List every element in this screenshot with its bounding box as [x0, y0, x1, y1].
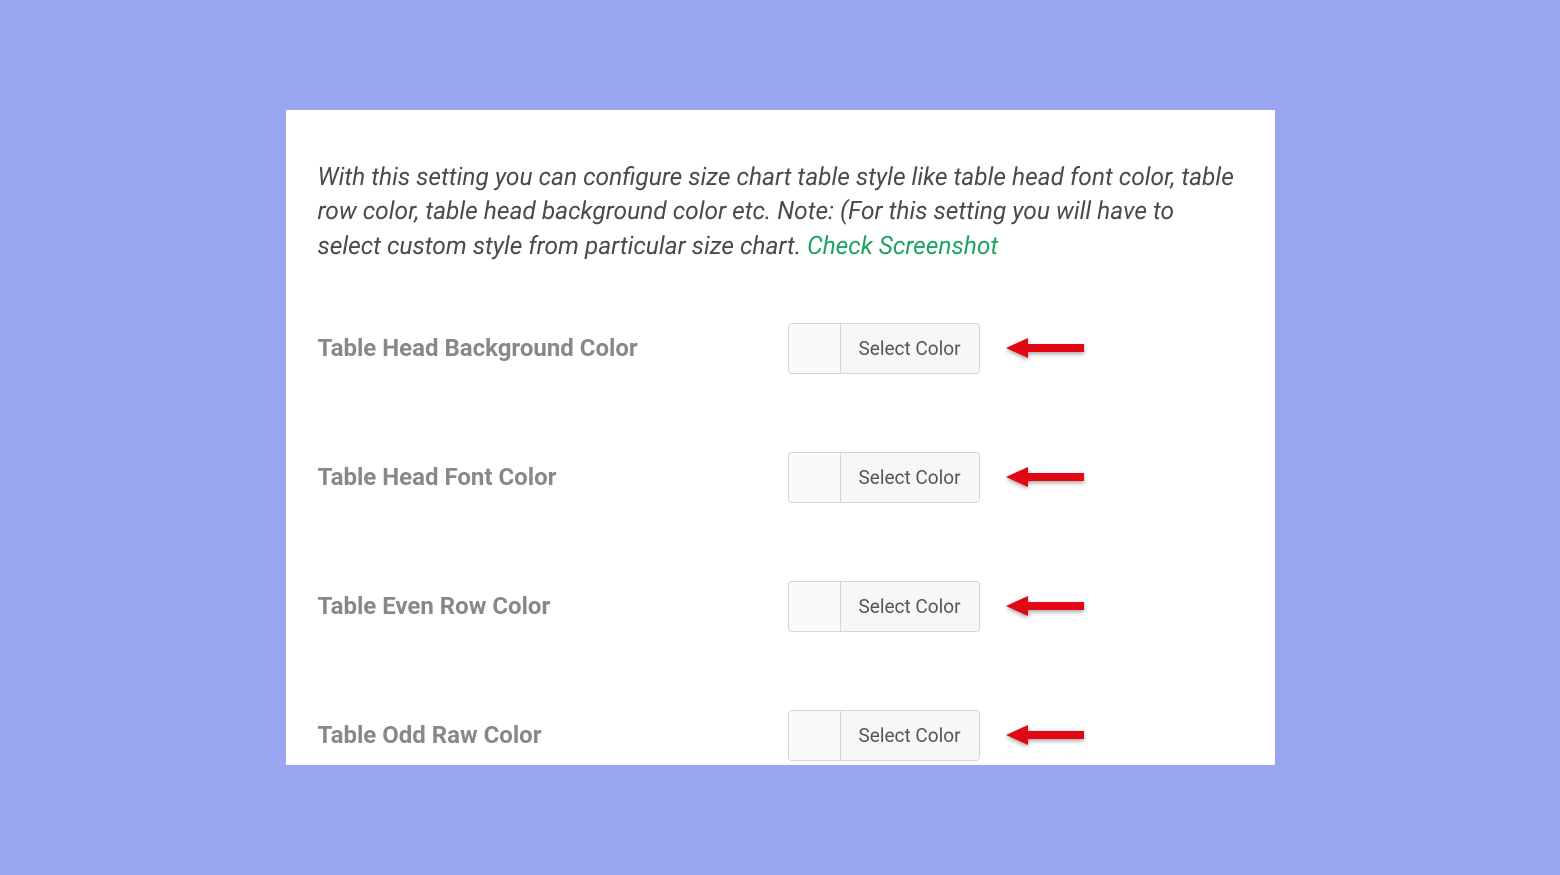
select-color-button-head-font[interactable]: Select Color — [841, 453, 979, 502]
settings-description: With this setting you can configure size… — [318, 160, 1243, 263]
description-text: With this setting you can configure size… — [318, 162, 1234, 260]
color-swatch-even-row[interactable] — [789, 582, 841, 631]
color-picker-even-row: Select Color — [788, 581, 980, 632]
arrow-left-icon — [1006, 337, 1084, 359]
color-swatch-head-bg[interactable] — [789, 324, 841, 373]
field-row-head-font: Table Head Font Color Select Color — [318, 452, 1243, 503]
check-screenshot-link[interactable]: Check Screenshot — [807, 231, 998, 260]
color-picker-odd-row: Select Color — [788, 710, 980, 761]
arrow-left-icon — [1006, 724, 1084, 746]
field-row-head-bg: Table Head Background Color Select Color — [318, 323, 1243, 374]
arrow-left-icon — [1006, 466, 1084, 488]
label-head-bg: Table Head Background Color — [318, 334, 788, 362]
settings-panel: With this setting you can configure size… — [286, 110, 1275, 765]
color-swatch-odd-row[interactable] — [789, 711, 841, 760]
color-swatch-head-font[interactable] — [789, 453, 841, 502]
select-color-button-head-bg[interactable]: Select Color — [841, 324, 979, 373]
field-row-even-row: Table Even Row Color Select Color — [318, 581, 1243, 632]
select-color-button-odd-row[interactable]: Select Color — [841, 711, 979, 760]
select-color-button-even-row[interactable]: Select Color — [841, 582, 979, 631]
label-head-font: Table Head Font Color — [318, 463, 788, 491]
label-odd-row: Table Odd Raw Color — [318, 721, 788, 749]
color-picker-head-bg: Select Color — [788, 323, 980, 374]
color-picker-head-font: Select Color — [788, 452, 980, 503]
arrow-left-icon — [1006, 595, 1084, 617]
field-row-odd-row: Table Odd Raw Color Select Color — [318, 710, 1243, 761]
label-even-row: Table Even Row Color — [318, 592, 788, 620]
